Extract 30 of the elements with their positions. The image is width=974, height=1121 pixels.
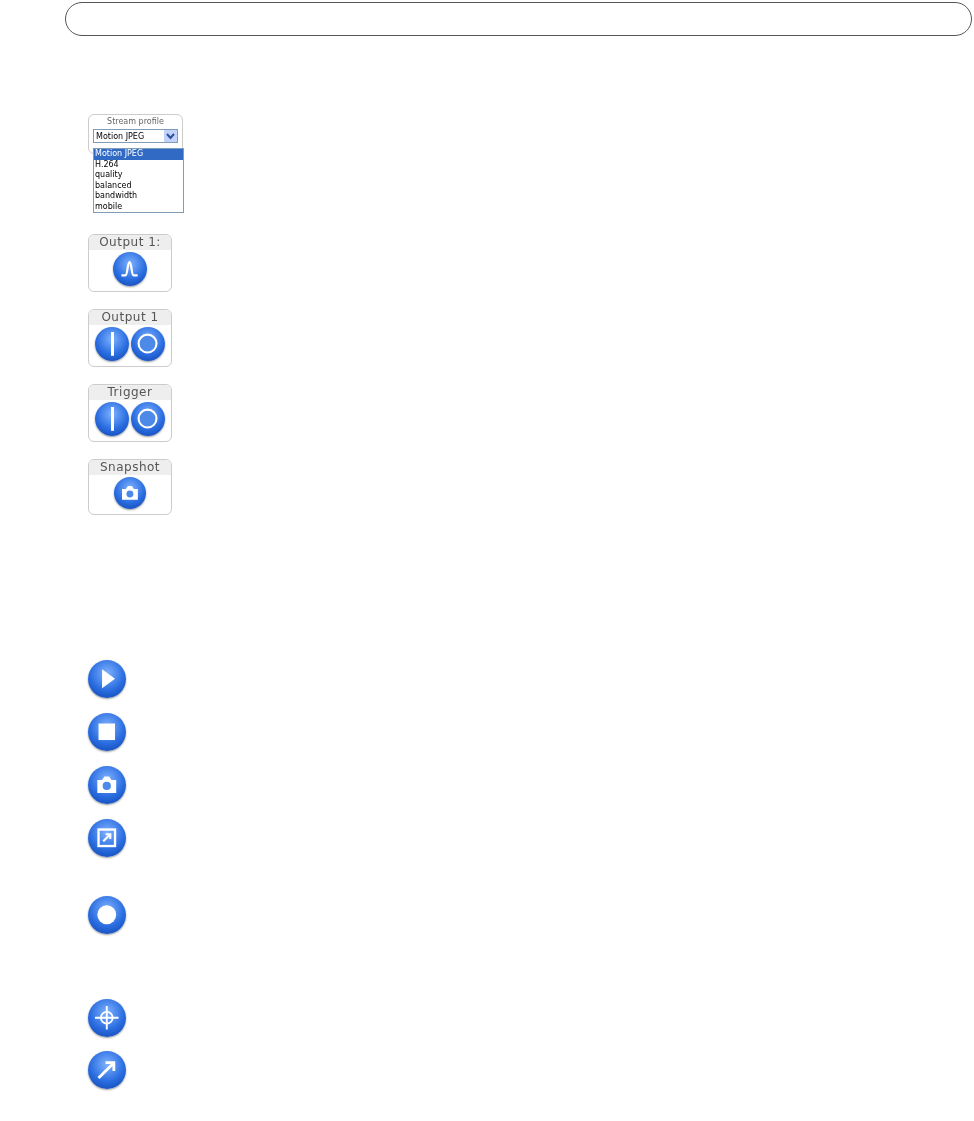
snapshot-button[interactable] (88, 766, 126, 804)
arrow-button[interactable] (88, 1051, 126, 1089)
group-label: Stream profile (106, 117, 165, 127)
on-button[interactable] (95, 327, 129, 361)
pulse-button[interactable] (113, 252, 147, 286)
ring-icon (137, 408, 159, 430)
play-button[interactable] (88, 660, 126, 698)
stop-button[interactable] (88, 713, 126, 751)
bar-icon (110, 332, 114, 356)
panel-title: Output 1: (89, 235, 171, 250)
bar-icon (110, 407, 114, 431)
crosshair-icon (95, 1006, 119, 1030)
panel-title: Trigger (89, 385, 171, 400)
stream-profile-select[interactable]: Motion JPEG (93, 129, 178, 143)
off-button[interactable] (131, 327, 165, 361)
panel-title: Snapshot (89, 460, 171, 475)
center-button[interactable] (88, 999, 126, 1037)
expand-icon (95, 826, 119, 850)
record-icon (95, 903, 119, 927)
record-button[interactable] (88, 896, 126, 934)
off-button[interactable] (131, 402, 165, 436)
ring-icon (137, 333, 159, 355)
snapshot-button[interactable] (114, 477, 146, 509)
caret-icon (164, 130, 177, 142)
camera-icon (120, 483, 140, 503)
panel-title: Output 1 (89, 310, 171, 325)
pulse-icon (120, 261, 140, 277)
dropdown-option[interactable]: Motion JPEG (94, 149, 183, 160)
view-button[interactable] (88, 819, 126, 857)
on-button[interactable] (95, 402, 129, 436)
